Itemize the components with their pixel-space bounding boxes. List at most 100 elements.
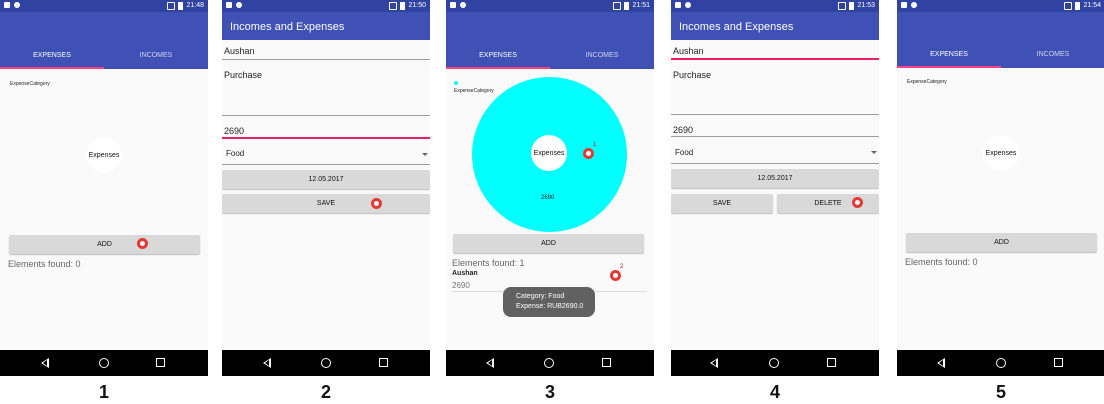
chevron-down-icon[interactable] (871, 151, 877, 154)
elements-found: Elements found: 0 (905, 257, 978, 267)
date-button[interactable]: 12.05.2017 (222, 170, 430, 189)
chart-legend-label: ExpenseCategory (10, 81, 50, 87)
home-icon[interactable] (996, 358, 1006, 368)
list-item-title[interactable]: Aushan (452, 270, 478, 277)
app-bar: Incomes and Expenses (671, 12, 879, 40)
delete-button[interactable]: DELETE (777, 194, 879, 213)
click-marker (852, 197, 863, 208)
tab-indicator (446, 67, 550, 69)
nav-bar (671, 350, 879, 376)
recents-icon[interactable] (827, 358, 836, 367)
nav-bar (222, 350, 430, 376)
category-select[interactable]: Food (675, 148, 693, 157)
android-icon (685, 2, 691, 8)
caption-2: 2 (320, 382, 331, 402)
recents-icon[interactable] (379, 358, 388, 367)
recents-icon[interactable] (602, 358, 611, 367)
tab-incomes[interactable]: INCOMES (550, 52, 654, 59)
amount-underline (222, 137, 430, 139)
add-button[interactable]: ADD (453, 234, 644, 253)
recents-icon[interactable] (1054, 358, 1063, 367)
tab-incomes[interactable]: INCOMES (104, 52, 208, 59)
home-icon[interactable] (99, 358, 109, 368)
description-field[interactable]: Purchase (673, 70, 711, 80)
nav-bar (446, 350, 654, 376)
battery-icon (849, 1, 855, 10)
app-title: Incomes and Expenses (679, 21, 794, 33)
screen-5: 21:54 EXPENSES INCOMES ExpenseCategory E… (897, 0, 1104, 376)
add-button[interactable]: ADD (9, 235, 200, 254)
tab-indicator (897, 66, 1001, 68)
back-icon[interactable] (937, 358, 945, 368)
status-time: 21:50 (408, 2, 426, 9)
status-bar: 21:53 (671, 0, 879, 12)
amount-underline (671, 136, 879, 137)
home-icon[interactable] (769, 358, 779, 368)
save-button[interactable]: SAVE (671, 194, 773, 213)
battery-icon (624, 1, 630, 10)
signal-icon (1064, 1, 1073, 10)
pie-center-label: Expenses (983, 135, 1019, 171)
legend-swatch (454, 81, 458, 85)
signal-icon (838, 1, 847, 10)
status-time: 21:53 (857, 2, 875, 9)
elements-found: Elements found: 0 (8, 259, 81, 269)
android-icon (236, 2, 242, 8)
chevron-down-icon[interactable] (422, 153, 428, 156)
status-bar: 21:51 (446, 0, 654, 12)
list-item-amount[interactable]: 2690 (452, 281, 470, 290)
toast-category: Category: Food (516, 293, 565, 300)
marker-number-1: 1 (593, 142, 597, 148)
tab-incomes[interactable]: INCOMES (1001, 51, 1104, 58)
name-underline (671, 58, 879, 60)
pie-center-label: Expenses (531, 135, 567, 171)
signal-icon (167, 1, 176, 10)
category-underline (671, 163, 879, 164)
name-field[interactable]: Aushan (673, 46, 704, 56)
slice-value-label: 2690 (541, 195, 555, 201)
android-icon (911, 2, 917, 8)
status-time: 21:54 (1083, 2, 1101, 9)
marker-number-2: 2 (620, 264, 624, 270)
tab-bar: EXPENSES INCOMES (0, 12, 208, 69)
back-icon[interactable] (486, 358, 494, 368)
battery-icon (1075, 1, 1081, 10)
tab-expenses[interactable]: EXPENSES (446, 52, 550, 59)
signal-icon (613, 1, 622, 10)
click-marker-1 (583, 148, 594, 159)
add-button[interactable]: ADD (906, 233, 1097, 252)
click-marker-2 (610, 270, 621, 281)
notification-icon (450, 2, 456, 8)
screen-3: 21:51 EXPENSES INCOMES ExpenseCategory E… (446, 0, 654, 376)
back-icon[interactable] (41, 358, 49, 368)
description-field[interactable]: Purchase (224, 70, 262, 80)
status-time: 21:48 (186, 2, 204, 9)
home-icon[interactable] (544, 358, 554, 368)
pie-center-label: Expenses (86, 137, 122, 173)
caption-3: 3 (544, 382, 555, 402)
tab-bar: EXPENSES INCOMES (897, 12, 1104, 68)
caption-5: 5 (995, 382, 1006, 402)
toast-message: Category: Food Expense: RUB2690.0 (503, 287, 595, 317)
tab-bar: EXPENSES INCOMES (446, 12, 654, 69)
back-icon[interactable] (263, 358, 271, 368)
amount-field[interactable]: 2690 (673, 125, 693, 135)
amount-field[interactable]: 2690 (224, 126, 244, 136)
android-icon (14, 2, 20, 8)
category-select[interactable]: Food (226, 149, 244, 158)
caption-4: 4 (769, 382, 780, 402)
notification-icon (675, 2, 681, 8)
save-button[interactable]: SAVE (222, 194, 430, 213)
name-field[interactable]: Aushan (224, 46, 255, 56)
battery-icon (400, 1, 406, 10)
app-title: Incomes and Expenses (230, 21, 345, 33)
tab-indicator (0, 67, 104, 69)
tab-expenses[interactable]: EXPENSES (897, 51, 1001, 58)
recents-icon[interactable] (156, 358, 165, 367)
date-button[interactable]: 12.05.2017 (671, 169, 879, 188)
back-icon[interactable] (710, 358, 718, 368)
screen-4: 21:53 Incomes and Expenses Aushan Purcha… (671, 0, 879, 376)
tab-expenses[interactable]: EXPENSES (0, 52, 104, 59)
home-icon[interactable] (321, 358, 331, 368)
toast-expense: Expense: RUB2690.0 (516, 303, 584, 310)
